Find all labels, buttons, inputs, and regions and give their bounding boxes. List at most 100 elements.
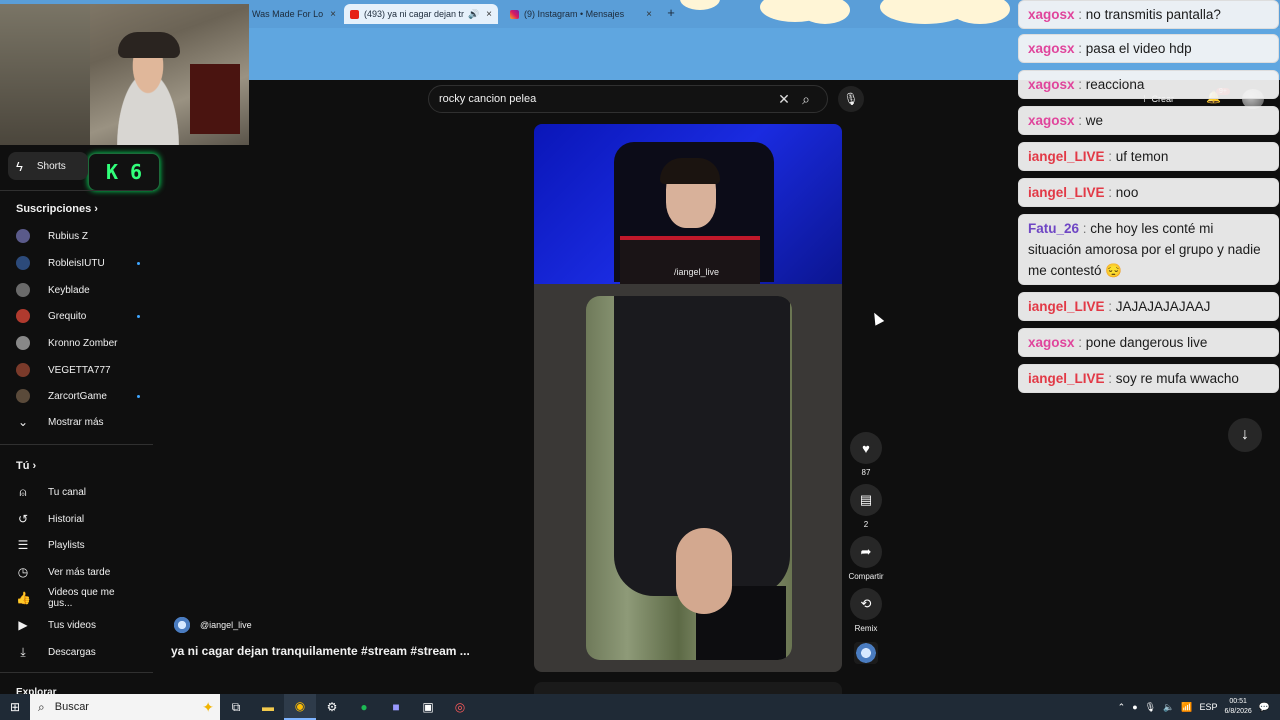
steam-icon[interactable]: ⚙ — [316, 700, 348, 714]
clear-icon[interactable]: ✕ — [773, 91, 795, 108]
divider — [0, 190, 153, 191]
channel-avatar[interactable] — [172, 616, 192, 634]
heart-icon[interactable]: ♥ — [850, 432, 882, 464]
sidebar-item-you[interactable]: ◷ Ver más tarde — [16, 562, 140, 582]
sidebar-item-subscription[interactable]: Keyblade — [16, 280, 140, 300]
search-icon[interactable]: ⌕ — [795, 91, 817, 108]
app-icon[interactable]: ◎ — [444, 700, 476, 714]
search-input[interactable]: rocky cancion pelea — [439, 93, 773, 105]
tab-label: Was Made For Lo — [252, 9, 324, 19]
tab-close-icon[interactable]: × — [640, 9, 652, 20]
sidebar-item-subscription[interactable]: RobleisIUTU — [16, 253, 140, 273]
tab-3[interactable]: (9) Instagram • Mensajes × — [504, 4, 658, 24]
subscriptions-header[interactable]: Suscripciones › — [16, 203, 98, 215]
sidebar-item-you[interactable]: ☰ Playlists — [16, 535, 140, 555]
sound-avatar[interactable] — [854, 642, 878, 664]
sidebar-item-label: VEGETTA777 — [48, 364, 111, 376]
chat-message: xagosx : we — [1018, 106, 1279, 135]
remix-button[interactable]: ⟲ Remix — [850, 588, 882, 633]
file-explorer-icon[interactable]: ▬ — [252, 700, 284, 714]
avatar — [16, 336, 30, 350]
section-label: Tú — [16, 460, 30, 472]
short-title[interactable]: ya ni cagar dejan tranquilamente #stream… — [171, 644, 511, 658]
language-indicator[interactable]: ESP — [1200, 702, 1218, 712]
chat-message: iangel_LIVE : soy re mufa wwacho — [1018, 364, 1279, 393]
notifications-icon[interactable]: 💬 — [1259, 702, 1270, 713]
tab-2[interactable]: (493) ya ni cagar dejan tran 🔊 × — [344, 4, 498, 24]
chevron-down-icon: ⌄ — [17, 415, 29, 429]
video-watermark: /iangel_live — [674, 267, 720, 277]
sidebar-item-label: Descargas — [48, 646, 96, 658]
share-button[interactable]: ➦ Compartir — [848, 536, 884, 581]
remix-label: Remix — [854, 624, 878, 633]
microphone-icon[interactable]: 🎙 — [1145, 702, 1156, 713]
microphone-icon[interactable]: 🎙 — [838, 86, 864, 112]
sidebar-item-shorts[interactable]: ϟ Shorts — [8, 152, 88, 180]
sidebar-item-you[interactable]: ↺ Historial — [16, 509, 140, 529]
sidebar-item-you[interactable]: ⤓ Descargas — [16, 642, 140, 662]
chat-message: xagosx : pone dangerous live — [1018, 328, 1279, 357]
comment-button[interactable]: ▤ 2 — [850, 484, 882, 529]
chat-message: iangel_LIVE : noo — [1018, 178, 1279, 207]
task-view-icon[interactable]: ⧉ — [220, 700, 252, 715]
tray-app-icon[interactable]: ● — [1132, 702, 1137, 712]
sidebar-item-subscription[interactable]: Grequito — [16, 306, 140, 326]
premiere-icon[interactable]: ■ — [380, 700, 412, 714]
share-icon[interactable]: ➦ — [850, 536, 882, 568]
network-icon[interactable]: 📶 — [1181, 702, 1192, 713]
chat-message: xagosx : no transmitis pantalla? — [1018, 0, 1279, 29]
sidebar-item-label: Rubius Z — [48, 230, 89, 242]
chat-message: iangel_LIVE : uf temon — [1018, 142, 1279, 171]
sidebar-item-you[interactable]: ⍝ Tu canal — [16, 482, 140, 502]
tab-close-icon[interactable]: × — [324, 9, 336, 20]
short-video-top[interactable]: /iangel_live — [534, 124, 842, 284]
chevron-right-icon: › — [94, 203, 98, 215]
taskbar-search[interactable]: ⌕ Buscar ✦ — [30, 694, 220, 720]
sidebar-item-subscription[interactable]: Rubius Z — [16, 226, 140, 246]
epic-games-icon[interactable]: ▣ — [412, 700, 444, 714]
spotify-icon[interactable]: ● — [348, 700, 380, 714]
chevron-up-icon[interactable]: ⌃ — [1118, 702, 1126, 713]
comment-icon[interactable]: ▤ — [850, 484, 882, 516]
windows-taskbar: ⊞ ⌕ Buscar ✦ ⧉ ▬ ◉ ⚙ ● ■ ▣ ◎ ⌃ ● 🎙 🔈 📶 E… — [0, 694, 1280, 720]
channel-info[interactable]: @iangel_live — [172, 616, 252, 634]
playlist-icon: ☰ — [17, 538, 29, 552]
sidebar-item-you[interactable]: 👍 Videos que me gus... — [16, 587, 140, 609]
kick-viewer-badge: K 6 — [88, 153, 160, 191]
tab-label: (493) ya ni cagar dejan tran — [364, 9, 464, 19]
sidebar-item-label: Grequito — [48, 310, 87, 322]
taskbar-search-label: Buscar — [54, 701, 89, 713]
sidebar-item-subscription[interactable]: ZarcortGame — [16, 386, 140, 406]
channel-name[interactable]: @iangel_live — [200, 620, 252, 630]
sidebar-item-subscription[interactable]: Kronno Zomber — [16, 333, 140, 353]
tab-1[interactable]: Was Made For Lo × — [246, 4, 342, 24]
remix-icon[interactable]: ⟲ — [850, 588, 882, 620]
divider — [0, 444, 153, 445]
chevron-right-icon: › — [32, 460, 37, 472]
search-box[interactable]: rocky cancion pelea ✕ ⌕ — [428, 85, 828, 113]
sidebar-item-label: Kronno Zomber — [48, 337, 118, 349]
chat-username: xagosx — [1028, 77, 1075, 92]
clock[interactable]: 00:51 6/8/2026 — [1225, 697, 1252, 717]
chat-separator: : — [1104, 371, 1116, 386]
like-button[interactable]: ♥ 87 — [850, 432, 882, 477]
chat-message: Fatu_26 : che hoy les conté mi situación… — [1018, 214, 1279, 285]
volume-icon[interactable]: 🔈 — [1163, 702, 1174, 713]
speaker-icon[interactable]: 🔊 — [468, 9, 479, 20]
system-tray: ⌃ ● 🎙 🔈 📶 ESP 00:51 6/8/2026 💬 — [1118, 694, 1270, 720]
new-tab-button[interactable]: + — [664, 6, 678, 20]
chat-username: xagosx — [1028, 7, 1075, 22]
chrome-icon[interactable]: ◉ — [284, 694, 316, 720]
show-more-button[interactable]: ⌄ Mostrar más — [16, 412, 140, 432]
chat-separator: : — [1074, 41, 1086, 56]
sidebar-item-you[interactable]: ▶ Tus videos — [16, 615, 140, 635]
windows-start-icon[interactable]: ⊞ — [0, 700, 30, 714]
chat-separator: : — [1074, 335, 1086, 350]
short-video-bottom[interactable] — [534, 284, 842, 672]
scroll-down-icon[interactable]: ↓ — [1228, 418, 1262, 452]
chat-username: iangel_LIVE — [1028, 299, 1105, 314]
you-header[interactable]: Tú › — [16, 460, 36, 472]
sidebar-item-label: Keyblade — [48, 284, 90, 296]
sidebar-item-subscription[interactable]: VEGETTA777 — [16, 360, 140, 380]
tab-close-icon[interactable]: × — [480, 9, 492, 20]
